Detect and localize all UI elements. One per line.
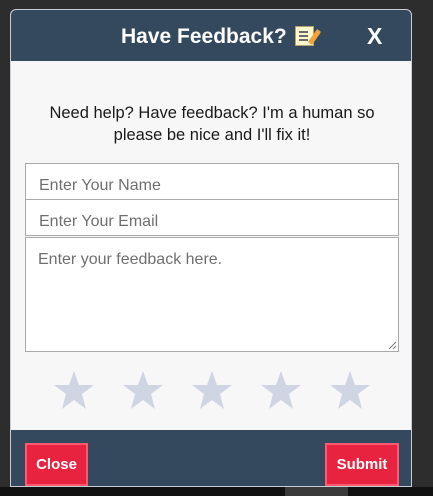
submit-button[interactable]: Submit (325, 443, 399, 486)
intro-text: Need help? Have feedback? I'm a human so… (49, 104, 375, 144)
memo-icon (294, 26, 321, 46)
star-icon[interactable] (122, 370, 164, 410)
modal-title: Have Feedback? (121, 25, 321, 49)
modal-footer: Close Submit (11, 430, 411, 486)
star-icon[interactable] (53, 370, 95, 410)
resize-grip-icon[interactable] (387, 340, 397, 350)
modal-header: Have Feedback? X (11, 10, 411, 61)
taskbar-segment (285, 487, 348, 496)
name-input[interactable] (25, 163, 399, 200)
email-input[interactable] (25, 199, 399, 236)
feedback-modal: Have Feedback? X Need help? Have feedbac… (10, 9, 412, 487)
taskbar-strip (0, 487, 433, 496)
close-button[interactable]: Close (25, 443, 88, 486)
feedback-textarea[interactable] (25, 237, 399, 352)
star-icon[interactable] (191, 370, 233, 410)
close-icon[interactable]: X (367, 23, 382, 50)
star-icon[interactable] (260, 370, 302, 410)
modal-title-text: Have Feedback? (121, 25, 287, 48)
star-icon[interactable] (329, 370, 371, 410)
